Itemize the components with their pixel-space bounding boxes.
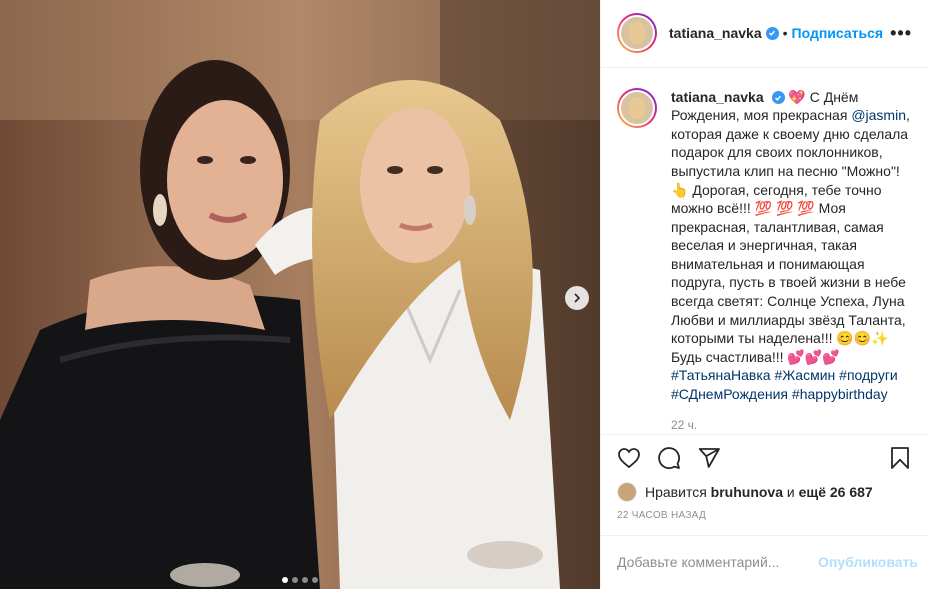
hashtag-link[interactable]: #подруги [839,367,898,383]
header-separator: • [782,25,788,42]
carousel-dot [292,577,298,583]
follow-button[interactable]: Подписаться [792,25,884,41]
hashtag-link[interactable]: #СДнемРождения [671,386,788,402]
post-dialog: tatiana_navka • Подписаться ••• tatiana_… [0,0,928,589]
next-photo-button[interactable] [565,286,589,310]
comment-input[interactable] [617,554,819,571]
hearts-emoji: 💕💕💕 [787,348,840,365]
bookmark-icon[interactable] [888,446,912,470]
more-options-button[interactable]: ••• [890,23,912,44]
heart-emoji: 💖 [788,88,806,105]
hashtag-link[interactable]: #ТатьянаНавка [671,367,771,383]
photo-illustration [0,0,600,589]
comments-section: tatiana_navka 💖 С Днём Рождения, моя пре… [601,68,928,435]
heart-icon[interactable] [617,446,641,470]
likes-summary: Нравится bruhunova и ещё 26 687 [601,481,928,504]
caption-text: Будь счастлива!!! [671,348,788,365]
likes-prefix: Нравится [645,484,707,501]
verified-icon [765,26,779,40]
hashtag-link[interactable]: #happybirthday [792,386,888,402]
share-icon[interactable] [697,446,721,470]
post-sidebar: tatiana_navka • Подписаться ••• tatiana_… [600,0,928,589]
post-photo[interactable] [0,0,600,589]
author-username[interactable]: tatiana_navka [669,25,762,41]
chevron-right-icon [574,293,581,303]
hundred-emoji: 💯 💯 💯 [754,200,815,217]
carousel-dot [282,577,288,583]
caption-username[interactable]: tatiana_navka [671,89,764,105]
post-header: tatiana_navka • Подписаться ••• [601,0,928,68]
likes-count[interactable]: ещё 26 687 [799,484,873,500]
carousel-indicator [0,577,600,583]
carousel-dot [302,577,308,583]
publish-button[interactable]: Опубликовать [818,554,928,570]
hashtag-link[interactable]: #Жасмин [774,367,835,383]
post-caption: tatiana_navka 💖 С Днём Рождения, моя пре… [671,88,912,435]
likes-middle: и [786,484,795,501]
action-bar [601,434,928,480]
comment-form: Опубликовать [601,534,928,589]
mention-link[interactable]: @jasmin [851,107,906,123]
point-emoji: 👆 [671,181,689,198]
caption-avatar[interactable] [617,87,657,128]
comment-icon[interactable] [657,446,681,470]
author-avatar[interactable] [617,13,657,54]
verified-icon [771,91,785,105]
smile-emoji: 😊😊✨ [836,330,889,347]
liker-avatar[interactable] [617,482,637,503]
post-timestamp[interactable]: 22 ЧАСОВ НАЗАД [601,504,928,529]
caption-time: 22 ч. [671,417,698,432]
liker-username[interactable]: bruhunova [711,484,783,500]
carousel-dot [312,577,318,583]
caption-text: Моя прекрасная, талантливая, самая весел… [671,200,906,347]
